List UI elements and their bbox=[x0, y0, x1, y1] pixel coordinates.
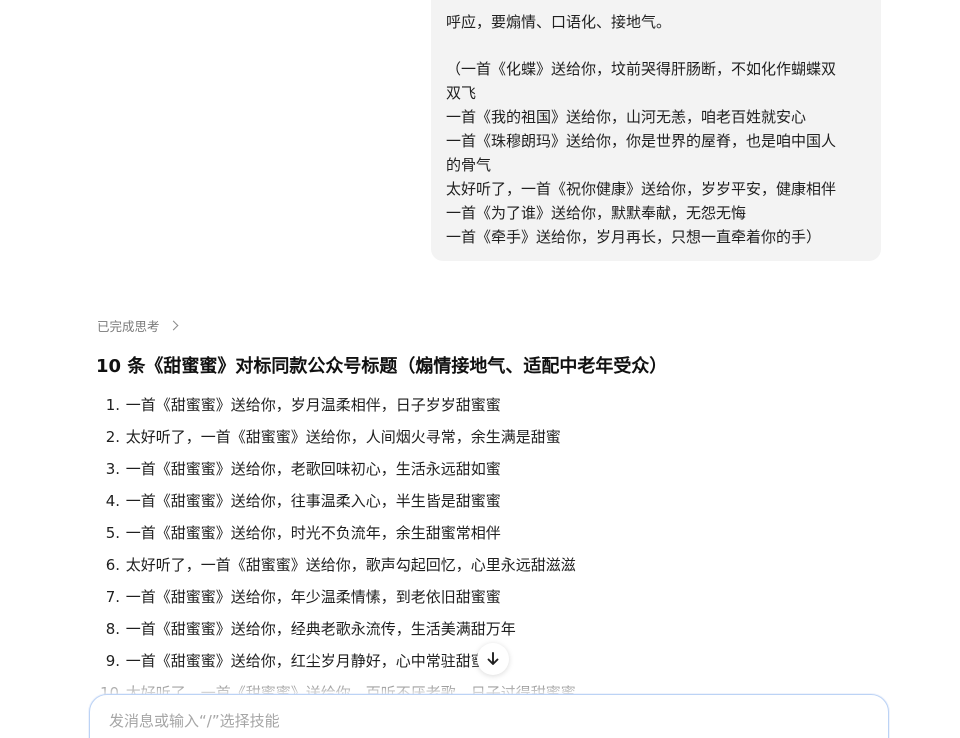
user-message-line: 一首《牵手》送给你，岁月再长，只想一直牵着你的手） bbox=[446, 228, 822, 246]
chat-page: 呼应，要煽情、口语化、接地气。 （一首《化蝶》送给你，坟前哭得肝肠断，不如化作蝴… bbox=[0, 0, 960, 738]
user-message-bubble: 呼应，要煽情、口语化、接地气。 （一首《化蝶》送给你，坟前哭得肝肠断，不如化作蝴… bbox=[431, 0, 881, 261]
list-item: 6. 太好听了，一首《甜蜜蜜》送给你，歌声勾起回忆，心里永远甜滋滋 bbox=[100, 553, 576, 585]
list-item: 3. 一首《甜蜜蜜》送给你，老歌回味初心，生活永远甜如蜜 bbox=[100, 457, 576, 489]
list-item: 7. 一首《甜蜜蜜》送给你，年少温柔情愫，到老依旧甜蜜蜜 bbox=[100, 585, 576, 617]
user-message-line: 呼应，要煽情、口语化、接地气。 bbox=[446, 13, 672, 31]
list-item-text: 一首《甜蜜蜜》送给你，往事温柔入心，半生皆是甜蜜蜜 bbox=[125, 492, 501, 510]
user-message-line: 一首《我的祖国》送给你，山河无恙，咱老百姓就安心 bbox=[446, 108, 807, 126]
user-message-spacer bbox=[446, 34, 866, 57]
message-input-box[interactable] bbox=[89, 694, 889, 738]
list-item-number: 1. bbox=[105, 396, 120, 414]
list-item: 5. 一首《甜蜜蜜》送给你，时光不负流年，余生甜蜜常相伴 bbox=[100, 521, 576, 553]
list-item-number: 5. bbox=[105, 524, 120, 542]
list-item-number: 4. bbox=[105, 492, 120, 510]
list-item-text: 一首《甜蜜蜜》送给你，岁月温柔相伴，日子岁岁甜蜜蜜 bbox=[125, 396, 501, 414]
list-item: 2. 太好听了，一首《甜蜜蜜》送给你，人间烟火寻常，余生满是甜蜜 bbox=[100, 425, 576, 457]
list-item-number: 9. bbox=[105, 652, 120, 670]
user-message-line: 太好听了，一首《祝你健康》送给你，岁岁平安，健康相伴 bbox=[446, 180, 837, 198]
list-item-text: 太好听了，一首《甜蜜蜜》送给你，歌声勾起回忆，心里永远甜滋滋 bbox=[125, 556, 576, 574]
arrow-down-icon bbox=[487, 652, 499, 665]
list-item-text: 一首《甜蜜蜜》送给你，红尘岁月静好，心中常驻甜蜜 bbox=[125, 652, 486, 670]
thinking-toggle[interactable]: 已完成思考 bbox=[97, 316, 178, 335]
list-item-text: 一首《甜蜜蜜》送给你，老歌回味初心，生活永远甜如蜜 bbox=[125, 460, 501, 478]
scroll-to-bottom-button[interactable] bbox=[477, 643, 509, 675]
list-item-number: 7. bbox=[105, 588, 120, 606]
thinking-label: 已完成思考 bbox=[97, 319, 160, 334]
list-item: 4. 一首《甜蜜蜜》送给你，往事温柔入心，半生皆是甜蜜蜜 bbox=[100, 489, 576, 521]
chevron-right-icon bbox=[168, 320, 178, 331]
list-item-number: 6. bbox=[105, 556, 120, 574]
list-item: 8. 一首《甜蜜蜜》送给你，经典老歌永流传，生活美满甜万年 bbox=[100, 617, 576, 649]
user-message-line: （一首《化蝶》送给你，坟前哭得肝肠断，不如化作蝴蝶双 bbox=[446, 60, 837, 78]
user-message-line: 一首《珠穆朗玛》送给你，你是世界的屋脊，也是咱中国人 bbox=[446, 132, 837, 150]
answer-heading: 10 条《甜蜜蜜》对标同款公众号标题（煽情接地气、适配中老年受众） bbox=[96, 356, 668, 377]
user-message-line: 的骨气 bbox=[446, 156, 492, 174]
list-item: 1. 一首《甜蜜蜜》送给你，岁月温柔相伴，日子岁岁甜蜜蜜 bbox=[100, 393, 576, 425]
list-item-number: 2. bbox=[105, 428, 120, 446]
list-item-text: 太好听了，一首《甜蜜蜜》送给你，人间烟火寻常，余生满是甜蜜 bbox=[125, 428, 561, 446]
message-input[interactable] bbox=[109, 712, 849, 730]
list-item-number: 8. bbox=[105, 620, 120, 638]
list-item-text: 一首《甜蜜蜜》送给你，年少温柔情愫，到老依旧甜蜜蜜 bbox=[125, 588, 501, 606]
list-item-text: 一首《甜蜜蜜》送给你，时光不负流年，余生甜蜜常相伴 bbox=[125, 524, 501, 542]
list-item-text: 一首《甜蜜蜜》送给你，经典老歌永流传，生活美满甜万年 bbox=[125, 620, 516, 638]
user-message-line: 双飞 bbox=[446, 84, 477, 102]
user-message-line: 一首《为了谁》送给你，默默奉献，无怨无悔 bbox=[446, 204, 747, 222]
list-item-number: 3. bbox=[105, 460, 120, 478]
